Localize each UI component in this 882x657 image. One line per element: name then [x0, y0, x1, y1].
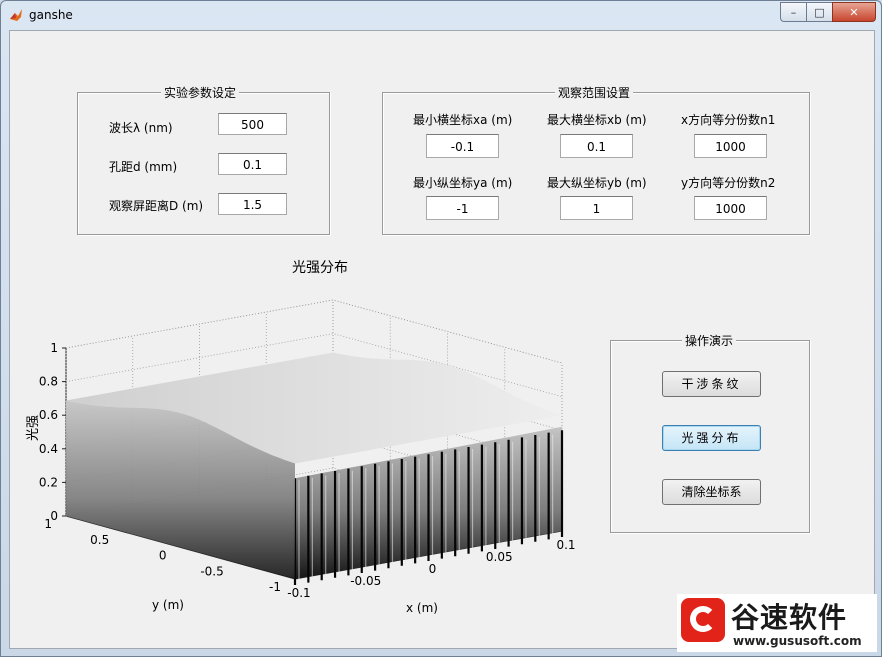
- title-bar[interactable]: ganshe – □ ✕: [1, 1, 881, 29]
- x-tick-label: -0.1: [287, 586, 310, 600]
- x-tick-label: 0.05: [486, 550, 513, 564]
- n2-label: y方向等分份数n2: [681, 176, 776, 190]
- maximize-button[interactable]: □: [806, 2, 832, 22]
- x-axis-label: x (m): [406, 601, 438, 615]
- n2-input[interactable]: 1000: [694, 196, 767, 220]
- z-tick-label: 0.8: [39, 375, 58, 389]
- x-tick-label: -0.05: [350, 574, 381, 588]
- grid-line-z: [65, 299, 563, 364]
- maximize-icon: □: [814, 5, 825, 19]
- back-top-edge: [65, 299, 563, 364]
- n1-input[interactable]: 1000: [694, 134, 767, 158]
- chart-title: 光强分布: [292, 260, 348, 276]
- figure-client-area: 实验参数设定 波长λ (nm) 500 孔距d (mm) 0.1 观察屏距离D …: [9, 30, 875, 649]
- intensity-axes[interactable]: 00.20.40.60.81-1-0.500.51-0.1-0.0500.050…: [10, 31, 610, 648]
- n1-label: x方向等分份数n1: [681, 113, 776, 127]
- watermark-logo: 谷速软件 www.gususoft.com: [677, 594, 877, 652]
- gususoft-logo-icon: [681, 598, 725, 642]
- minimize-button[interactable]: –: [780, 2, 806, 22]
- close-icon: ✕: [849, 5, 859, 19]
- z-axis-label: 光强: [26, 415, 41, 441]
- close-button[interactable]: ✕: [832, 2, 876, 22]
- z-tick-label: 0.6: [39, 408, 58, 422]
- z-tick-label: 0.4: [39, 442, 58, 456]
- ops-title: 操作演示: [682, 332, 737, 349]
- clear-axes-button[interactable]: 清除坐标系: [662, 479, 761, 505]
- x-tick-label: 0: [429, 562, 437, 576]
- watermark-url: www.gususoft.com: [733, 634, 862, 648]
- y-tick-label: -1: [269, 580, 281, 594]
- ops-panel: 操作演示 干涉条纹 光强分布 清除坐标系: [610, 332, 810, 533]
- y-tick-label: -0.5: [200, 564, 223, 578]
- y-axis-label: y (m): [152, 598, 184, 612]
- app-window: ganshe – □ ✕ 实验参数设定 波长λ (nm) 500 孔距d (mm…: [0, 0, 882, 657]
- x-tick-label: 0.1: [556, 538, 575, 552]
- y-tick-label: 0: [159, 549, 167, 563]
- window-title: ganshe: [29, 8, 73, 22]
- fringe-button[interactable]: 干涉条纹: [662, 371, 761, 397]
- z-tick-label: 1: [50, 341, 58, 355]
- z-tick-label: 0.2: [39, 475, 58, 489]
- y-tick-label: 1: [44, 517, 52, 531]
- matlab-icon: [10, 9, 22, 21]
- y-tick-label: 0.5: [90, 533, 109, 547]
- intensity-button[interactable]: 光强分布: [662, 425, 761, 451]
- watermark-name: 谷速软件: [731, 601, 848, 634]
- minimize-icon: –: [790, 5, 797, 19]
